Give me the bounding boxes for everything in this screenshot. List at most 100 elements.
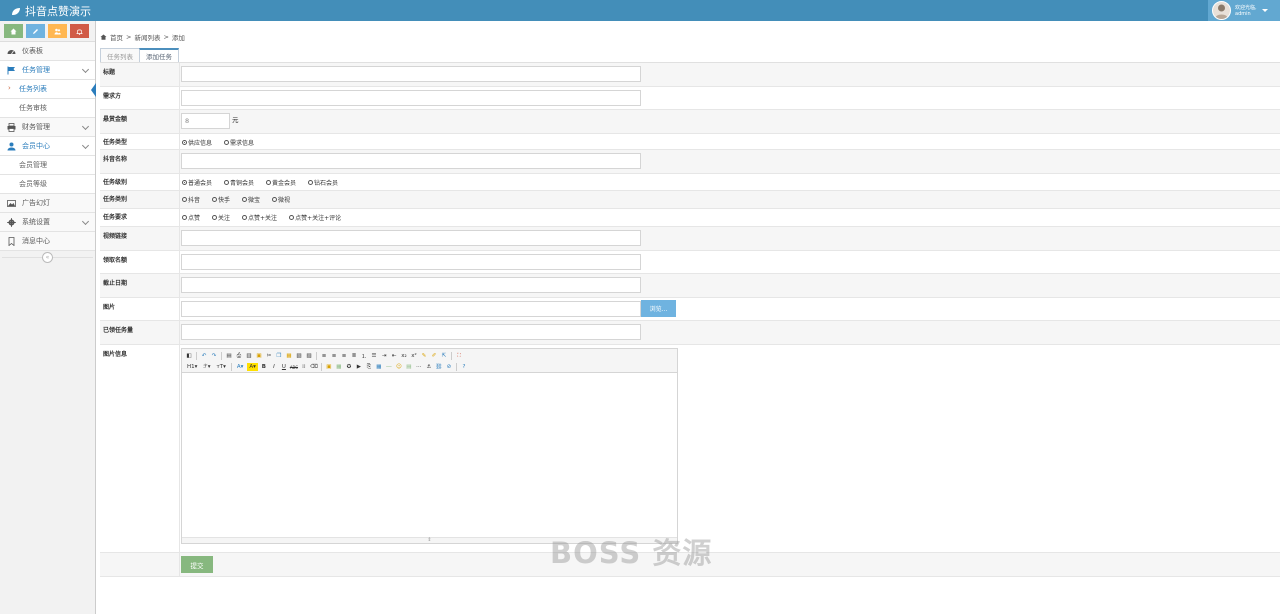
tab-task-list[interactable]: 任务列表 [100,48,140,63]
shortcut-alerts-button[interactable] [70,24,89,38]
requirement-option-like[interactable]: 点赞 [182,213,200,222]
shortcut-home-button[interactable] [4,24,23,38]
ordered-list-icon[interactable]: ⒈ [360,352,368,360]
template-icon[interactable]: ▥ [245,352,253,360]
brush-icon[interactable]: ✐ [430,352,438,360]
image-icon[interactable]: ▣ [325,363,333,371]
bold-icon[interactable]: B [260,363,268,371]
sidebar-subitem-task-review[interactable]: 任务审核 [0,99,95,118]
requirement-option-follow[interactable]: 关注 [212,213,230,222]
claimed-input[interactable] [181,324,641,340]
category-option-kuaishou[interactable]: 快手 [212,195,230,204]
sidebar-item-message-center[interactable]: 消息中心 [0,232,95,251]
type-option-demand[interactable]: 需求信息 [224,138,254,147]
image-path-input[interactable] [181,301,641,317]
superscript-icon[interactable]: x² [410,352,418,360]
font-family-dropdown[interactable]: ℱ ▾ [201,363,212,371]
media-icon[interactable]: ▶ [355,363,363,371]
undo-icon[interactable]: ↶ [200,352,208,360]
paste-text-icon[interactable]: ▧ [295,352,303,360]
category-option-weibao[interactable]: 微宝 [242,195,260,204]
form-row-image: 图片 浏览... [100,298,1280,321]
browse-button[interactable]: 浏览... [641,300,676,317]
anchor-icon[interactable]: ⚓ [425,363,433,371]
tab-add-task[interactable]: 添加任务 [139,48,179,63]
unlink-icon[interactable]: ⊘ [445,363,453,371]
link-icon[interactable]: ⛓ [435,363,443,371]
help-icon[interactable]: ? [460,363,468,371]
remove-format-icon[interactable]: ⌫ [310,363,318,371]
heading-dropdown[interactable]: H1 ▾ [185,363,199,371]
requirement-option-like-follow-comment[interactable]: 点赞+关注+评论 [289,213,341,222]
category-option-douyin[interactable]: 抖音 [182,195,200,204]
emoticon-icon[interactable]: ☺ [395,363,403,371]
sidebar-item-member-center[interactable]: 会员中心 [0,137,95,156]
align-justify-icon[interactable]: ≣ [350,352,358,360]
attachment-icon[interactable]: ⎘ [365,363,373,371]
clear-format-icon[interactable]: ✎ [420,352,428,360]
sidebar-subitem-task-list[interactable]: 任务列表 [0,80,96,99]
font-size-dropdown[interactable]: тT ▾ [215,363,228,371]
underline-icon[interactable]: U [280,363,288,371]
indent-icon[interactable]: ⇥ [380,352,388,360]
collapse-sidebar-button[interactable]: « [42,251,53,263]
multi-image-icon[interactable]: ▦ [335,363,343,371]
sidebar-subitem-member-level[interactable]: 会员等级 [0,175,95,194]
requirement-option-like-follow[interactable]: 点赞+关注 [242,213,277,222]
type-option-supply[interactable]: 供应信息 [182,138,212,147]
level-option-bronze[interactable]: 青铜会员 [224,178,254,187]
requester-input[interactable] [181,90,641,106]
fullscreen-icon[interactable]: ⛶ [455,352,463,360]
copy-icon[interactable]: ❐ [275,352,283,360]
category-option-weishi[interactable]: 微视 [272,195,290,204]
level-option-normal[interactable]: 普通会员 [182,178,212,187]
sidebar-item-ad-slides[interactable]: 广告幻灯 [0,194,95,213]
source-icon[interactable]: ◧ [185,352,193,360]
title-input[interactable] [181,66,641,82]
level-option-diamond[interactable]: 钻石会员 [308,178,338,187]
align-center-icon[interactable]: ≡ [330,352,338,360]
outdent-icon[interactable]: ⇤ [390,352,398,360]
submit-button[interactable]: 提交 [181,556,213,573]
page-break-icon[interactable]: ⋯ [415,363,423,371]
deadline-input[interactable] [181,277,641,293]
breadcrumb-home-link[interactable]: 首页 [110,32,123,42]
align-left-icon[interactable]: ≡ [320,352,328,360]
shortcut-edit-button[interactable] [26,24,45,38]
flash-icon[interactable]: ✪ [345,363,353,371]
user-menu[interactable]: 欢迎光临, admin [1208,0,1280,21]
sidebar-item-system-settings[interactable]: 系统设置 [0,213,95,232]
preview-icon[interactable]: ▤ [225,352,233,360]
level-option-gold[interactable]: 黄金会员 [266,178,296,187]
map-icon[interactable]: ▤ [405,363,413,371]
select-all-icon[interactable]: ⇱ [440,352,448,360]
shortcut-users-button[interactable] [48,24,67,38]
paste-icon[interactable]: ▦ [285,352,293,360]
table-icon[interactable]: ▦ [375,363,383,371]
unordered-list-icon[interactable]: ☰ [370,352,378,360]
reward-input[interactable]: 8 [181,113,230,129]
highlight-color-icon[interactable]: A▾ [247,363,258,371]
paste-word-icon[interactable]: ▨ [305,352,313,360]
sidebar-subitem-member-management[interactable]: 会员管理 [0,156,95,175]
sidebar-item-task-management[interactable]: 任务管理 [0,61,95,80]
sidebar-item-finance[interactable]: 财务管理 [0,118,95,137]
video-link-input[interactable] [181,230,641,246]
font-color-icon[interactable]: A▾ [235,363,246,371]
quota-input[interactable] [181,254,641,270]
code-icon[interactable]: ▣ [255,352,263,360]
align-right-icon[interactable]: ≡ [340,352,348,360]
brand[interactable]: 抖音点赞演示 [11,3,91,19]
strikethrough-icon[interactable]: ABC [290,363,298,371]
cut-icon[interactable]: ✂ [265,352,273,360]
subscript-icon[interactable]: x₂ [400,352,408,360]
print-icon[interactable]: ⎙ [235,352,243,360]
line-height-icon[interactable]: ⁞⁞ [300,363,308,371]
redo-icon[interactable]: ↷ [210,352,218,360]
douyin-name-input[interactable] [181,153,641,169]
editor-content-area[interactable] [182,373,677,537]
italic-icon[interactable]: I [270,363,278,371]
hr-icon[interactable]: ― [385,363,393,371]
breadcrumb-news-link[interactable]: 新闻列表 [134,32,160,42]
sidebar-item-dashboard[interactable]: 仪表板 [0,42,95,61]
